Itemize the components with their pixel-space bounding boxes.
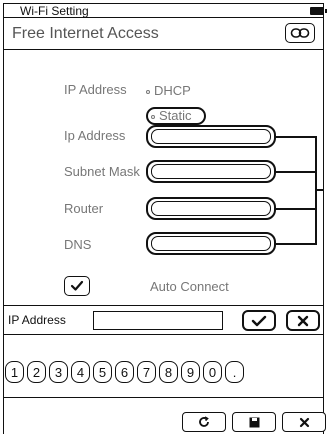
close-icon [297, 315, 309, 326]
close-button[interactable] [282, 412, 326, 432]
save-button[interactable] [232, 412, 276, 432]
key-4[interactable]: 4 [71, 361, 90, 383]
key-8[interactable]: 8 [159, 361, 178, 383]
connector-line [276, 136, 316, 138]
divider [4, 397, 324, 398]
radio-static-label: Static [159, 108, 192, 123]
router-label: Router [64, 201, 104, 216]
battery-icon [310, 7, 327, 15]
page-title: Free Internet Access [12, 25, 159, 42]
link-icon [290, 28, 310, 38]
subnet-mask-field[interactable] [146, 160, 276, 183]
divider [4, 334, 324, 335]
save-icon [249, 417, 259, 427]
key-7[interactable]: 7 [137, 361, 156, 383]
key-dot[interactable]: . [225, 361, 244, 383]
router-field[interactable] [146, 197, 276, 220]
numeric-keypad: 1 2 3 4 5 6 7 8 9 0 . [5, 361, 244, 383]
key-0[interactable]: 0 [203, 361, 222, 383]
status-bar: Wi-Fi Setting [4, 4, 327, 18]
close-icon [299, 417, 309, 427]
check-icon [251, 315, 267, 326]
radio-dhcp[interactable]: DHCP [146, 83, 191, 98]
auto-connect-label: Auto Connect [150, 279, 229, 294]
key-9[interactable]: 9 [181, 361, 200, 383]
dns-label: DNS [64, 237, 92, 252]
header: Free Internet Access [4, 18, 324, 50]
ip-address-field[interactable] [146, 125, 276, 148]
keyboard-input-label: IP Address [8, 313, 66, 327]
radio-dot-icon [146, 89, 150, 94]
connector-line [276, 243, 316, 245]
key-5[interactable]: 5 [93, 361, 112, 383]
key-2[interactable]: 2 [27, 361, 46, 383]
radio-static[interactable]: Static [151, 108, 192, 123]
connector-line [276, 171, 316, 173]
auto-connect-checkbox[interactable] [64, 276, 90, 296]
connector-line [276, 208, 316, 210]
subnet-mask-label: Subnet Mask [64, 164, 140, 179]
key-3[interactable]: 3 [49, 361, 68, 383]
dns-field[interactable] [146, 232, 276, 255]
confirm-button[interactable] [242, 310, 276, 331]
status-title: Wi-Fi Setting [20, 4, 89, 18]
ip-mode-label: IP Address [64, 82, 127, 97]
connector-line [315, 189, 324, 191]
key-6[interactable]: 6 [115, 361, 134, 383]
cancel-button[interactable] [286, 310, 320, 331]
check-icon [70, 280, 84, 291]
radio-dot-icon [151, 114, 155, 119]
ip-address-label: Ip Address [64, 128, 126, 143]
keyboard-input-field[interactable] [93, 311, 223, 330]
refresh-button[interactable] [182, 412, 226, 432]
radio-dhcp-label: DHCP [154, 83, 191, 98]
refresh-icon [199, 416, 209, 427]
link-button[interactable] [285, 23, 315, 43]
key-1[interactable]: 1 [5, 361, 24, 383]
